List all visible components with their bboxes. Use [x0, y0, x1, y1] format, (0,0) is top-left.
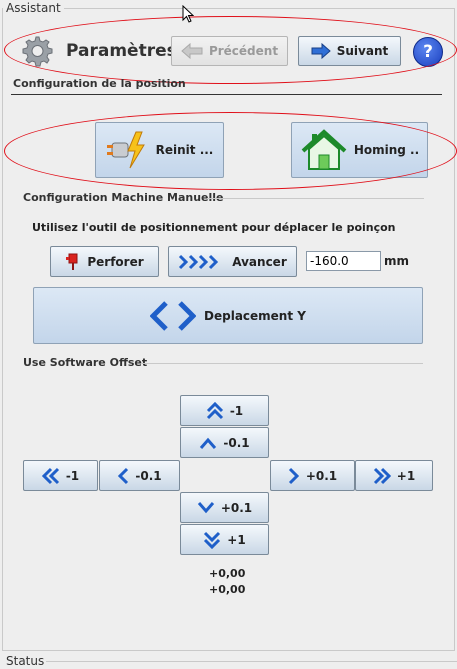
offset-title: Use Software Offset	[23, 356, 148, 369]
manual-config-line	[207, 198, 424, 199]
manual-config-title: Configuration Machine Manuelle	[23, 191, 224, 204]
next-label: Suivant	[336, 44, 389, 58]
gear-icon	[14, 31, 58, 71]
next-button[interactable]: Suivant	[298, 36, 401, 66]
double-chevron-left-icon	[41, 467, 60, 485]
status-line	[46, 661, 457, 662]
offset-line	[142, 363, 423, 364]
offset-up-1-button[interactable]: -1	[180, 395, 269, 426]
help-icon: ?	[423, 42, 433, 62]
offset-right-01-button[interactable]: +0.1	[270, 460, 355, 491]
reinit-label: Reinit ...	[155, 143, 214, 157]
double-chevron-right-icon	[373, 467, 391, 485]
chevron-right-icon	[288, 467, 300, 485]
help-button[interactable]: ?	[413, 37, 443, 67]
offset-down-01-label: +0.1	[220, 500, 253, 515]
offset-down-1-button[interactable]: +1	[180, 524, 269, 555]
double-chevron-down-icon	[203, 531, 221, 549]
fast-forward-icon	[178, 254, 226, 270]
chevron-down-icon	[197, 501, 215, 515]
homing-label: Homing ..	[353, 143, 420, 157]
arrow-left-icon	[181, 43, 203, 59]
offset-right-01-label: +0.1	[305, 468, 338, 483]
offset-up-01-label: -0.1	[223, 435, 250, 450]
power-plug-icon	[106, 130, 150, 170]
homing-button[interactable]: Homing ..	[291, 122, 428, 178]
offset-left-1-button[interactable]: -1	[23, 460, 98, 491]
offset-value-x: +0,00	[209, 567, 246, 580]
previous-label: Précédent	[208, 44, 279, 58]
offset-right-1-button[interactable]: +1	[355, 460, 433, 491]
mouse-cursor-icon	[182, 5, 194, 23]
offset-left-1-label: -1	[65, 468, 80, 483]
left-right-arrows-icon	[150, 300, 197, 331]
chevron-left-icon	[117, 467, 129, 485]
position-config-title: Configuration de la position	[13, 77, 186, 90]
double-chevron-up-icon	[206, 401, 224, 420]
offset-down-01-button[interactable]: +0.1	[180, 492, 269, 523]
arrow-right-icon	[311, 43, 331, 59]
deplacement-y-button[interactable]: Deplacement Y	[33, 287, 423, 344]
offset-left-01-label: -0.1	[135, 468, 162, 483]
avancer-label: Avancer	[232, 254, 287, 269]
reinit-button[interactable]: Reinit ...	[95, 122, 224, 178]
offset-down-1-label: +1	[227, 532, 246, 547]
punch-icon	[65, 253, 81, 271]
assistant-top-line	[64, 8, 454, 9]
deplacement-y-label: Deplacement Y	[204, 308, 306, 323]
perforer-button[interactable]: Perforer	[50, 246, 159, 277]
header-title: Paramètres	[66, 41, 177, 61]
distance-input[interactable]	[306, 251, 381, 271]
position-config-underline	[11, 94, 442, 95]
avancer-button[interactable]: Avancer	[168, 246, 297, 277]
status-title: Status	[6, 654, 45, 668]
offset-value-y: +0,00	[209, 583, 246, 596]
manual-instruction: Utilisez l'outil de positionnement pour …	[32, 221, 396, 234]
offset-up-01-button[interactable]: -0.1	[180, 427, 269, 458]
offset-left-01-button[interactable]: -0.1	[99, 460, 180, 491]
distance-unit: mm	[384, 254, 410, 268]
offset-right-1-label: +1	[396, 468, 416, 483]
home-icon	[300, 129, 348, 171]
chevron-up-icon	[199, 436, 217, 450]
perforer-label: Perforer	[87, 254, 144, 269]
offset-up-1-label: -1	[229, 403, 244, 418]
assistant-title: Assistant	[6, 1, 61, 15]
previous-button[interactable]: Précédent	[171, 36, 288, 66]
